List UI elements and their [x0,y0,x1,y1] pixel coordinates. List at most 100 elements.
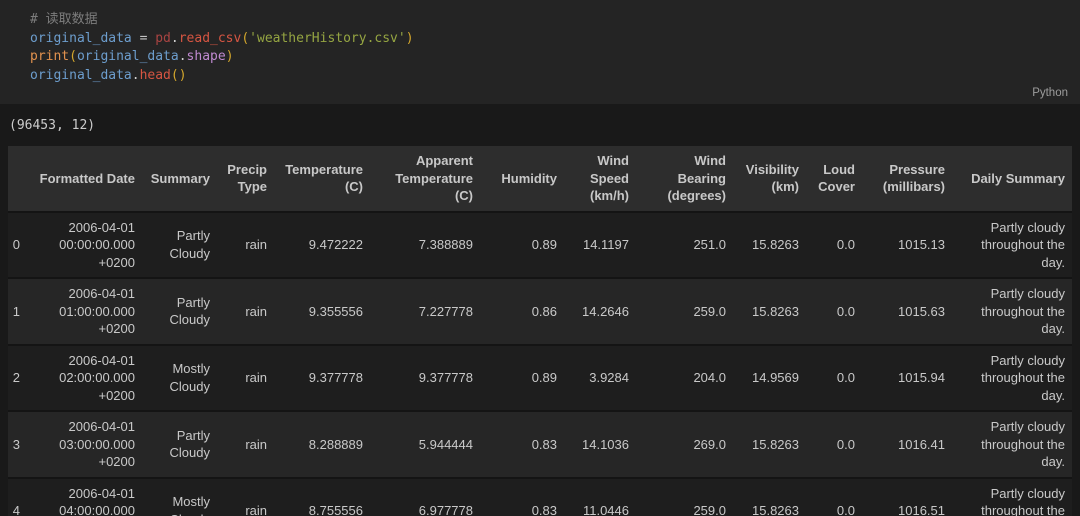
code-token-variable: original_data [30,31,132,46]
table-cell: 6.977778 [373,478,483,516]
column-header: Wind Bearing (degrees) [639,146,736,212]
table-cell: 3.9284 [567,345,639,412]
table-cell: 0.89 [483,345,567,412]
table-cell: 0.0 [809,478,865,516]
code-token-bracket: ( [171,68,179,83]
table-cell: 2006-04-01 01:00:00.000 +0200 [32,278,145,345]
table-body: 02006-04-01 00:00:00.000 +0200Partly Clo… [8,212,1072,516]
table-cell: 14.9569 [736,345,809,412]
table-cell: 15.8263 [736,212,809,279]
table-cell: 15.8263 [736,478,809,516]
code-line: # 读取数据 [30,11,1080,30]
table-cell: 0.89 [483,212,567,279]
notebook: # 读取数据 original_data = pd.read_csv('weath… [0,0,1080,516]
column-header [8,146,32,212]
code-cell: # 读取数据 original_data = pd.read_csv('weath… [0,0,1080,104]
table-cell: Mostly Cloudy [145,345,220,412]
table-header: Formatted DateSummaryPrecip TypeTemperat… [8,146,1072,212]
table-cell: Partly cloudy throughout the day. [955,411,1072,478]
table-cell: 9.377778 [373,345,483,412]
code-token-bracket: ( [241,31,249,46]
cell-language-picker[interactable]: Python [1032,87,1068,99]
code-token-builtin: print [30,49,69,64]
table-cell: 8.755556 [277,478,373,516]
table-cell: 11.0446 [567,478,639,516]
column-header: Summary [145,146,220,212]
table-cell: 0.83 [483,411,567,478]
code-token-property: shape [187,49,226,64]
table-cell: 1016.51 [865,478,955,516]
code-token-plain: . [132,68,140,83]
table-cell: 9.355556 [277,278,373,345]
table-cell: 2006-04-01 02:00:00.000 +0200 [32,345,145,412]
table-cell: 0.86 [483,278,567,345]
table-cell: 251.0 [639,212,736,279]
column-header: Formatted Date [32,146,145,212]
table-row: 32006-04-01 03:00:00.000 +0200Partly Clo… [8,411,1072,478]
code-token-function: head [140,68,171,83]
row-index: 2 [8,345,32,412]
table-cell: Partly cloudy throughout the day. [955,278,1072,345]
code-token-string: 'weatherHistory.csv' [249,31,406,46]
row-index: 1 [8,278,32,345]
code-editor[interactable]: # 读取数据 original_data = pd.read_csv('weath… [30,11,1080,85]
table-cell: 0.0 [809,212,865,279]
code-token-comment: # 读取数据 [30,12,98,27]
table-cell: 0.0 [809,411,865,478]
table-cell: rain [220,278,277,345]
table-row: 22006-04-01 02:00:00.000 +0200Mostly Clo… [8,345,1072,412]
code-token-bracket: ( [69,49,77,64]
column-header: Wind Speed (km/h) [567,146,639,212]
table-cell: Partly cloudy throughout the day. [955,212,1072,279]
table-cell: 1015.13 [865,212,955,279]
column-header: Humidity [483,146,567,212]
table-row: 02006-04-01 00:00:00.000 +0200Partly Clo… [8,212,1072,279]
table-cell: 2006-04-01 03:00:00.000 +0200 [32,411,145,478]
table-cell: 269.0 [639,411,736,478]
table-cell: 1015.63 [865,278,955,345]
table-cell: 7.227778 [373,278,483,345]
code-token-function: read_csv [179,31,242,46]
row-index: 3 [8,411,32,478]
code-line: original_data.head() [30,67,1080,86]
table-cell: Partly Cloudy [145,278,220,345]
code-token-bracket: ) [406,31,414,46]
table-row: 42006-04-01 04:00:00.000 +0200Mostly Clo… [8,478,1072,516]
table-cell: rain [220,212,277,279]
table-cell: 2006-04-01 00:00:00.000 +0200 [32,212,145,279]
table-cell: 259.0 [639,478,736,516]
table-row: 12006-04-01 01:00:00.000 +0200Partly Clo… [8,278,1072,345]
table-cell: 0.0 [809,278,865,345]
table-cell: Partly Cloudy [145,212,220,279]
code-token-bracket: ) [179,68,187,83]
code-token-variable: original_data [30,68,132,83]
table-cell: 1015.94 [865,345,955,412]
code-token-variable: original_data [77,49,179,64]
table-cell: rain [220,478,277,516]
code-token-plain: . [179,49,187,64]
table-cell: Partly cloudy throughout the day. [955,478,1072,516]
table-cell: 5.944444 [373,411,483,478]
table-cell: 259.0 [639,278,736,345]
header-row: Formatted DateSummaryPrecip TypeTemperat… [8,146,1072,212]
code-line: original_data = pd.read_csv('weatherHist… [30,30,1080,49]
code-line: print(original_data.shape) [30,48,1080,67]
table-cell: rain [220,345,277,412]
table-cell: 14.1197 [567,212,639,279]
table-cell: 204.0 [639,345,736,412]
table-cell: 14.1036 [567,411,639,478]
column-header: Loud Cover [809,146,865,212]
shape-output-text: (96453, 12) [9,118,1080,133]
code-token-plain: . [171,31,179,46]
column-header: Precip Type [220,146,277,212]
table-cell: Partly Cloudy [145,411,220,478]
table-cell: 14.2646 [567,278,639,345]
column-header: Temperature (C) [277,146,373,212]
table-cell: 2006-04-01 04:00:00.000 +0200 [32,478,145,516]
code-token-module: pd [155,31,171,46]
column-header: Pressure (millibars) [865,146,955,212]
table-cell: rain [220,411,277,478]
row-index: 4 [8,478,32,516]
table-cell: 15.8263 [736,278,809,345]
column-header: Daily Summary [955,146,1072,212]
